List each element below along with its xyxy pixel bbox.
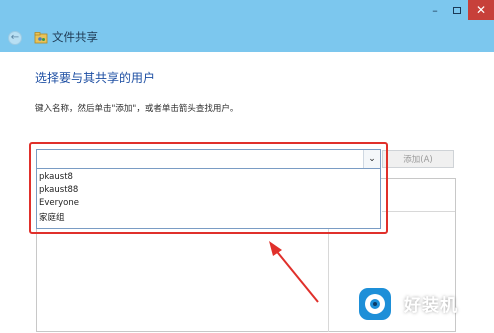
window-title: 文件共享 xyxy=(52,30,98,44)
share-folder-icon xyxy=(34,32,48,44)
annotation-highlight-box xyxy=(29,142,388,234)
instruction-text: 键入名称，然后单击"添加"，或者单击箭头查找用户。 xyxy=(35,104,239,114)
back-button[interactable]: ← xyxy=(8,31,22,45)
maximize-icon xyxy=(453,6,461,14)
maximize-button[interactable] xyxy=(446,0,468,20)
title-bar: – ✕ xyxy=(0,0,494,22)
add-button[interactable]: 添加(A) xyxy=(382,150,454,168)
watermark-logo-icon xyxy=(359,288,391,320)
page-heading: 选择要与其共享的用户 xyxy=(35,71,156,85)
navigation-bar: ← 文件共享 xyxy=(0,22,494,52)
list-column-header xyxy=(382,196,455,212)
close-button[interactable]: ✕ xyxy=(468,0,494,20)
annotation-arrow-icon xyxy=(269,241,319,303)
minimize-button[interactable]: – xyxy=(424,0,446,20)
watermark-text: 好装机 xyxy=(404,296,458,316)
